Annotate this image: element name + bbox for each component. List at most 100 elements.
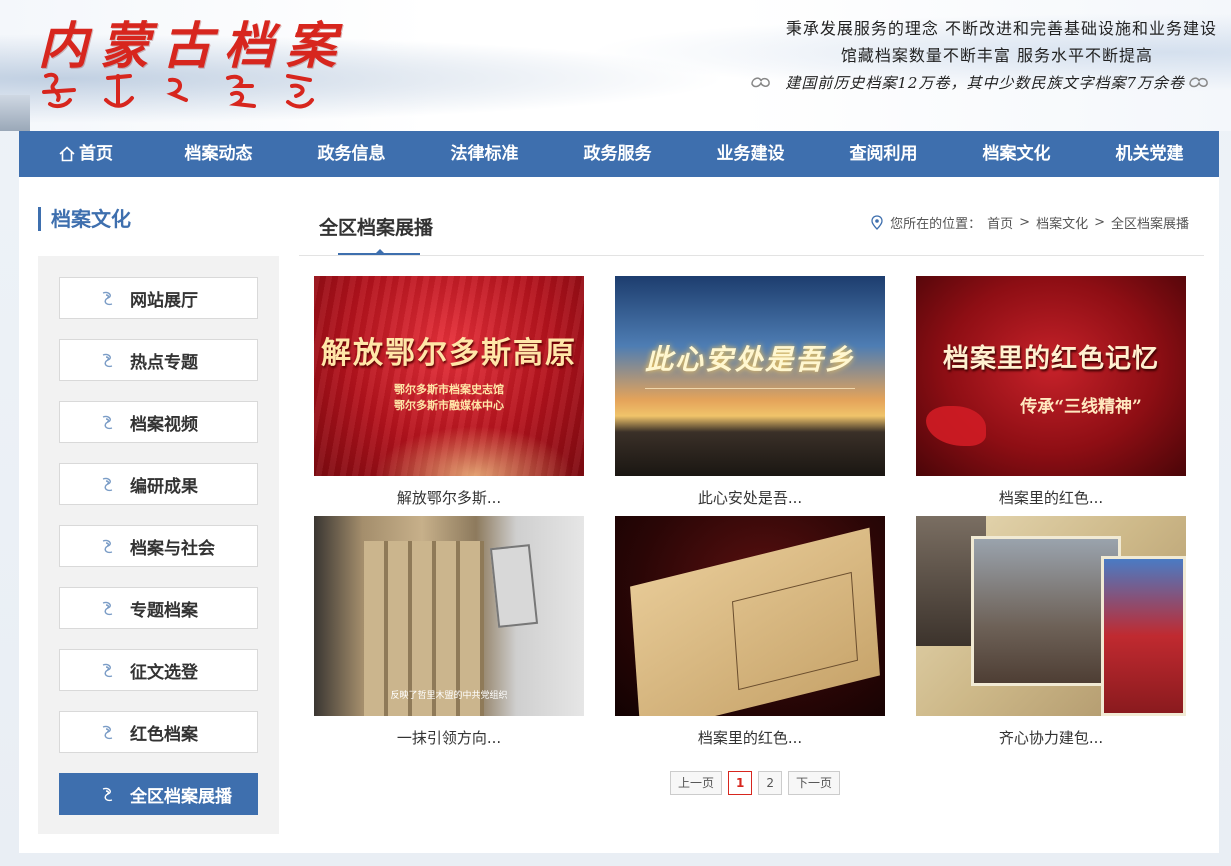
- sidebar-item-region-archive-broadcast[interactable]: 全区档案展播: [59, 773, 258, 815]
- sidebar-item-research-results[interactable]: 编研成果: [59, 463, 258, 505]
- breadcrumb-archive-culture[interactable]: 档案文化: [1036, 213, 1088, 232]
- video-card: 此心安处是吾乡 此心安处是吾...: [615, 276, 885, 516]
- header-slogan-line3: 建国前历史档案12万卷，其中少数民族文字档案7万余卷: [785, 74, 1185, 92]
- thumbnail-title: 档案里的红色记忆: [942, 344, 1159, 374]
- nav-item-government-services[interactable]: 政务服务: [551, 131, 684, 177]
- swirl-icon: [102, 477, 113, 492]
- video-thumbnail[interactable]: [916, 516, 1186, 716]
- nav-item-home[interactable]: 首页: [19, 131, 152, 177]
- sidebar-title: 档案文化: [38, 207, 131, 231]
- video-caption[interactable]: 解放鄂尔多斯...: [314, 487, 584, 508]
- swirl-icon: [102, 415, 113, 430]
- thumbnail-title: 此心安处是吾乡: [644, 343, 855, 376]
- sidebar-item-hot-topics[interactable]: 热点专题: [59, 339, 258, 381]
- swirl-icon: [102, 725, 113, 740]
- breadcrumb: 您所在的位置： 首页 > 档案文化 > 全区档案展播: [870, 213, 1189, 232]
- video-caption[interactable]: 此心安处是吾...: [615, 487, 885, 508]
- header-slogan-line1: 秉承发展服务的理念 不断改进和完善基础设施和业务建设: [785, 19, 1217, 38]
- sidebar-item-label: 热点专题: [130, 352, 198, 373]
- video-card: 齐心协力建包...: [916, 516, 1186, 756]
- mongolian-script-glyph: [226, 74, 256, 108]
- thumbnail-title: 解放鄂尔多斯高原: [321, 336, 577, 371]
- video-caption[interactable]: 一抹引领方向...: [314, 727, 584, 748]
- swirl-icon: [102, 353, 113, 368]
- archive-photo-center: [971, 536, 1121, 686]
- nav-item-label: 政务服务: [583, 144, 652, 164]
- sidebar-item-red-archives[interactable]: 红色档案: [59, 711, 258, 753]
- sidebar-item-website-hall[interactable]: 网站展厅: [59, 277, 258, 319]
- video-caption[interactable]: 档案里的红色...: [615, 727, 885, 748]
- breadcrumb-home[interactable]: 首页: [987, 213, 1013, 232]
- sidebar-item-essay-selection[interactable]: 征文选登: [59, 649, 258, 691]
- sidebar-item-label: 档案视频: [130, 414, 198, 435]
- sidebar-item-label: 全区档案展播: [130, 786, 232, 807]
- sidebar-item-archives-society[interactable]: 档案与社会: [59, 525, 258, 567]
- video-caption[interactable]: 齐心协力建包...: [916, 727, 1186, 748]
- thumbnail-line: [645, 388, 855, 389]
- archive-tag-graphic: [489, 544, 539, 628]
- content-title: 全区档案展播: [319, 217, 434, 239]
- video-thumbnail[interactable]: 解放鄂尔多斯高原 鄂尔多斯市档案史志馆 鄂尔多斯市融媒体中心: [314, 276, 584, 476]
- nav-item-business-construction[interactable]: 业务建设: [684, 131, 817, 177]
- sidebar-item-archive-videos[interactable]: 档案视频: [59, 401, 258, 443]
- page-2-button[interactable]: 2: [758, 771, 783, 795]
- video-thumbnail[interactable]: 反映了哲里木盟的中共党组织: [314, 516, 584, 716]
- sidebar-item-special-archives[interactable]: 专题档案: [59, 587, 258, 629]
- main-panel: 档案文化 网站展厅 热点专题 档案视频 编研成果 档案与社会 专题档案 征文选登: [19, 177, 1219, 853]
- mongolian-script-glyph: [166, 77, 188, 102]
- swirl-icon: [102, 663, 113, 678]
- sidebar-item-label: 征文选登: [130, 662, 198, 683]
- site-header: 内蒙古档案 秉承发展服务的理念 不断改进和完善基础设施和业务建设 馆藏档案数量不…: [0, 0, 1231, 131]
- site-logo[interactable]: 内蒙古档案: [38, 6, 348, 78]
- video-card: 档案里的红色记忆 传承“三线精神” 档案里的红色...: [916, 276, 1186, 516]
- home-icon: [59, 146, 75, 162]
- main-nav: 首页 档案动态 政务信息 法律标准 政务服务 业务建设 查阅利用 档案文化 机关…: [19, 131, 1219, 177]
- archive-photo-right: [1101, 556, 1186, 716]
- nav-item-consult-use[interactable]: 查阅利用: [817, 131, 950, 177]
- red-flag-graphic: [926, 406, 986, 446]
- city-skyline-glow: [374, 426, 574, 476]
- nav-item-label: 首页: [79, 144, 113, 164]
- thumbnail-subtitle: 传承“三线精神”: [1020, 397, 1142, 417]
- nav-item-party-building[interactable]: 机关党建: [1083, 131, 1216, 177]
- nav-item-label: 档案动态: [184, 144, 253, 164]
- video-card: 档案里的红色...: [615, 516, 885, 756]
- auspicious-cloud-icon: [1189, 77, 1208, 88]
- nav-item-laws-standards[interactable]: 法律标准: [418, 131, 551, 177]
- nav-item-government-info[interactable]: 政务信息: [285, 131, 418, 177]
- swirl-icon: [102, 787, 113, 802]
- thumbnail-subtitle: 反映了哲里木盟的中共党组织: [390, 691, 508, 701]
- video-caption[interactable]: 档案里的红色...: [916, 487, 1186, 508]
- breadcrumb-prefix: 您所在的位置：: [890, 217, 982, 232]
- header-building-image: [0, 95, 30, 131]
- nav-item-label: 机关党建: [1115, 144, 1184, 164]
- sidebar-menu: 网站展厅 热点专题 档案视频 编研成果 档案与社会 专题档案 征文选登 红色档案…: [38, 256, 279, 834]
- sidebar-item-label: 网站展厅: [130, 290, 198, 311]
- mongolian-script-glyph: [42, 72, 76, 109]
- video-card: 反映了哲里木盟的中共党组织 一抹引领方向...: [314, 516, 584, 756]
- nav-item-label: 查阅利用: [849, 144, 918, 164]
- video-thumbnail[interactable]: 档案里的红色记忆 传承“三线精神”: [916, 276, 1186, 476]
- swirl-icon: [102, 539, 113, 554]
- page-1-button[interactable]: 1: [728, 771, 753, 795]
- thumbnail-subtitle: 鄂尔多斯市融媒体中心: [394, 399, 504, 412]
- mongolian-script-glyph: [104, 74, 134, 108]
- next-page-button[interactable]: 下一页: [788, 771, 841, 795]
- video-thumbnail[interactable]: 此心安处是吾乡: [615, 276, 885, 476]
- content-title-caret: [375, 249, 385, 254]
- breadcrumb-separator: >: [1094, 215, 1105, 230]
- prev-page-button[interactable]: 上一页: [670, 771, 723, 795]
- sidebar-item-label: 红色档案: [130, 724, 198, 745]
- breadcrumb-current: 全区档案展播: [1110, 217, 1189, 232]
- swirl-icon: [102, 601, 113, 616]
- nav-item-archive-culture[interactable]: 档案文化: [950, 131, 1083, 177]
- video-thumbnail[interactable]: [615, 516, 885, 716]
- pagination: 上一页 1 2 下一页: [670, 771, 841, 795]
- content-divider: [299, 255, 1204, 256]
- nav-item-label: 业务建设: [716, 144, 785, 164]
- video-card: 解放鄂尔多斯高原 鄂尔多斯市档案史志馆 鄂尔多斯市融媒体中心 解放鄂尔多斯...: [314, 276, 584, 516]
- sidebar-item-label: 专题档案: [130, 600, 198, 621]
- swirl-icon: [102, 291, 113, 306]
- auspicious-cloud-icon: [751, 77, 770, 88]
- nav-item-archive-news[interactable]: 档案动态: [152, 131, 285, 177]
